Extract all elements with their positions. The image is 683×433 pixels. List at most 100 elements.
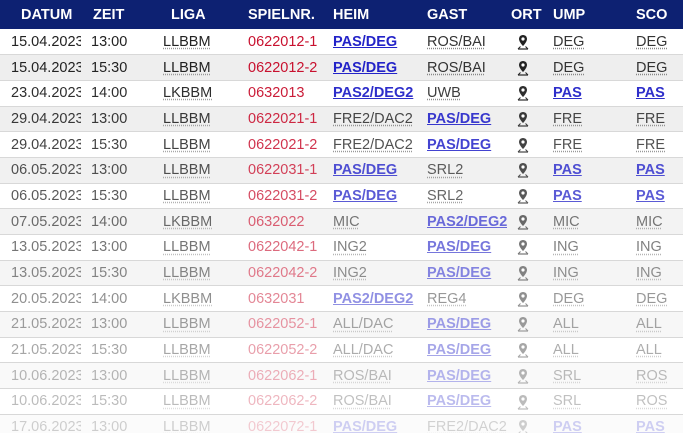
spielnr-cell[interactable]: 0622062-1 [242, 363, 327, 389]
gast-link[interactable]: ROS/BAI [427, 34, 486, 50]
sco-link[interactable]: DEG [636, 34, 667, 50]
liga-link[interactable]: LLBBM [163, 162, 211, 178]
spielnr-cell[interactable]: 0622062-2 [242, 389, 327, 415]
col-header-ort[interactable]: ORT [507, 0, 547, 29]
liga-link[interactable]: LLBBM [163, 342, 211, 358]
heim-link[interactable]: PAS2/DEG2 [333, 291, 413, 307]
heim-link[interactable]: PAS/DEG [333, 34, 397, 50]
spielnr-cell[interactable]: 0622052-1 [242, 312, 327, 338]
liga-link[interactable]: LKBBM [163, 291, 212, 307]
gast-link[interactable]: PAS/DEG [427, 368, 491, 384]
spielnr-cell[interactable]: 0622052-2 [242, 337, 327, 363]
liga-link[interactable]: LKBBM [163, 214, 212, 230]
sco-link[interactable]: ING [636, 239, 662, 255]
map-pin-icon[interactable] [517, 188, 529, 204]
spielnr-cell[interactable]: 0622031-1 [242, 157, 327, 183]
ump-link[interactable]: ING [553, 265, 579, 281]
ump-link[interactable]: DEG [553, 291, 584, 307]
ump-link[interactable]: FRE [553, 137, 582, 153]
gast-link[interactable]: PAS/DEG [427, 265, 491, 281]
map-pin-icon[interactable] [517, 60, 529, 76]
liga-link[interactable]: LLBBM [163, 137, 211, 153]
ump-link[interactable]: SRL [553, 393, 581, 409]
ump-link[interactable]: PAS [553, 162, 582, 178]
col-header-zeit[interactable]: ZEIT [81, 0, 157, 29]
heim-link[interactable]: ROS/BAI [333, 393, 392, 409]
col-header-sco[interactable]: SCO [630, 0, 683, 29]
heim-link[interactable]: PAS2/DEG2 [333, 85, 413, 101]
ump-link[interactable]: ALL [553, 316, 579, 332]
liga-link[interactable]: LLBBM [163, 393, 211, 409]
map-pin-icon[interactable] [517, 111, 529, 127]
liga-link[interactable]: LLBBM [163, 60, 211, 76]
map-pin-icon[interactable] [517, 265, 529, 281]
map-pin-icon[interactable] [517, 342, 529, 358]
gast-link[interactable]: SRL2 [427, 188, 463, 204]
spielnr-cell[interactable]: 0622042-1 [242, 235, 327, 261]
heim-link[interactable]: PAS/DEG [333, 188, 397, 204]
map-pin-icon[interactable] [517, 162, 529, 178]
heim-link[interactable]: FRE2/DAC2 [333, 111, 413, 127]
heim-link[interactable]: PAS/DEG [333, 162, 397, 178]
map-pin-icon[interactable] [517, 316, 529, 333]
heim-link[interactable]: PAS/DEG [333, 419, 397, 433]
spielnr-cell[interactable]: 0622021-1 [242, 106, 327, 132]
liga-link[interactable]: LLBBM [163, 239, 211, 255]
liga-link[interactable]: LLBBM [163, 316, 211, 332]
spielnr-cell[interactable]: 0622072-1 [242, 414, 327, 433]
heim-link[interactable]: FRE2/DAC2 [333, 137, 413, 153]
ump-link[interactable]: PAS [553, 85, 582, 101]
sco-link[interactable]: ALL [636, 342, 662, 358]
sco-link[interactable]: PAS [636, 188, 665, 204]
map-pin-icon[interactable] [517, 137, 529, 153]
map-pin-icon[interactable] [517, 419, 529, 433]
heim-link[interactable]: PAS/DEG [333, 60, 397, 76]
sco-link[interactable]: MIC [636, 214, 663, 230]
col-header-ump[interactable]: UMP [547, 0, 630, 29]
sco-link[interactable]: ROS [636, 393, 667, 409]
gast-link[interactable]: FRE2/DAC2 [427, 419, 507, 433]
liga-link[interactable]: LLBBM [163, 419, 211, 433]
col-header-heim[interactable]: HEIM [327, 0, 415, 29]
sco-link[interactable]: FRE [636, 111, 665, 127]
ump-link[interactable]: DEG [553, 34, 584, 50]
heim-link[interactable]: ING2 [333, 265, 367, 281]
col-header-datum[interactable]: DATUM [0, 0, 81, 29]
sco-link[interactable]: FRE [636, 137, 665, 153]
sco-link[interactable]: PAS [636, 162, 665, 178]
map-pin-icon[interactable] [517, 394, 529, 410]
heim-link[interactable]: ALL/DAC [333, 316, 393, 332]
spielnr-cell[interactable]: 0632022 [242, 209, 327, 235]
spielnr-cell[interactable]: 0632013 [242, 80, 327, 106]
ump-link[interactable]: PAS [553, 419, 582, 433]
spielnr-cell[interactable]: 0622031-2 [242, 183, 327, 209]
gast-link[interactable]: PAS/DEG [427, 316, 491, 332]
gast-link[interactable]: PAS/DEG [427, 111, 491, 127]
gast-link[interactable]: PAS/DEG [427, 393, 491, 409]
spielnr-cell[interactable]: 0622012-1 [242, 29, 327, 55]
ump-link[interactable]: FRE [553, 111, 582, 127]
map-pin-icon[interactable] [517, 85, 529, 101]
liga-link[interactable]: LLBBM [163, 34, 211, 50]
sco-link[interactable]: ING [636, 265, 662, 281]
sco-link[interactable]: PAS [636, 85, 665, 101]
heim-link[interactable]: ING2 [333, 239, 367, 255]
gast-link[interactable]: PAS2/DEG2 [427, 214, 507, 230]
map-pin-icon[interactable] [517, 34, 529, 50]
ump-link[interactable]: PAS [553, 188, 582, 204]
liga-link[interactable]: LLBBM [163, 188, 211, 204]
ump-link[interactable]: ING [553, 239, 579, 255]
gast-link[interactable]: UWB [427, 85, 461, 101]
ump-link[interactable]: ALL [553, 342, 579, 358]
liga-link[interactable]: LLBBM [163, 111, 211, 127]
gast-link[interactable]: REG4 [427, 291, 467, 307]
col-header-liga[interactable]: LIGA [157, 0, 242, 29]
gast-link[interactable]: ROS/BAI [427, 60, 486, 76]
col-header-spielnr[interactable]: SPIELNR. [242, 0, 327, 29]
sco-link[interactable]: DEG [636, 60, 667, 76]
sco-link[interactable]: ROS [636, 368, 667, 384]
heim-link[interactable]: ALL/DAC [333, 342, 393, 358]
col-header-gast[interactable]: GAST [415, 0, 507, 29]
map-pin-icon[interactable] [517, 291, 529, 307]
map-pin-icon[interactable] [517, 368, 529, 384]
